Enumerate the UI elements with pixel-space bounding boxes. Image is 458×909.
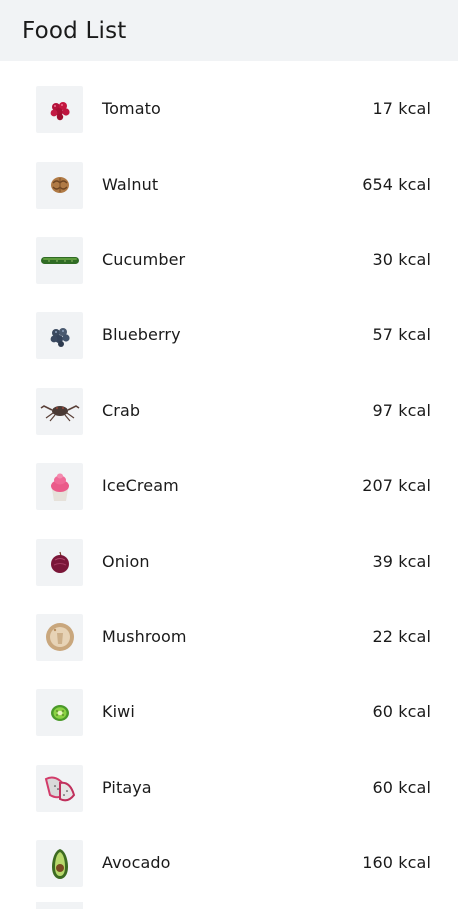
list-item[interactable]: Onion 39 kcal: [0, 524, 458, 599]
next-item-thumbnail: [36, 902, 83, 909]
list-item[interactable]: Blueberry 57 kcal: [0, 298, 458, 373]
blueberry-icon: [36, 312, 83, 360]
food-name: Kiwi: [102, 702, 135, 722]
food-calories: 654 kcal: [362, 174, 431, 194]
food-calories: 30 kcal: [372, 249, 431, 269]
list-item[interactable]: Walnut 654 kcal: [0, 147, 458, 222]
app-header: Food List: [0, 0, 458, 61]
food-calories: 22 kcal: [372, 626, 431, 646]
cucumber-icon: [36, 236, 83, 284]
food-name: Blueberry: [102, 325, 181, 345]
food-name: Mushroom: [102, 626, 187, 646]
food-name: Walnut: [102, 174, 159, 194]
pitaya-icon: [36, 764, 83, 812]
food-calories: 60 kcal: [372, 777, 431, 797]
tomato-icon: [36, 86, 83, 134]
food-calories: 39 kcal: [372, 551, 431, 571]
list-item[interactable]: Cucumber 30 kcal: [0, 223, 458, 298]
list-item[interactable]: Mushroom 22 kcal: [0, 600, 458, 675]
list-item[interactable]: Avocado 160 kcal: [0, 826, 458, 901]
food-name: Avocado: [102, 853, 171, 873]
food-name: Tomato: [102, 99, 161, 119]
list-item[interactable]: IceCream 207 kcal: [0, 449, 458, 524]
food-name: Cucumber: [102, 249, 186, 269]
food-calories: 160 kcal: [362, 853, 431, 873]
food-name: Pitaya: [102, 777, 152, 797]
mushroom-icon: [36, 613, 83, 661]
icecream-icon: [36, 463, 83, 511]
food-name: Onion: [102, 551, 150, 571]
list-item[interactable]: Kiwi 60 kcal: [0, 675, 458, 750]
avocado-icon: [36, 840, 83, 888]
food-name: IceCream: [102, 476, 179, 496]
crab-icon: [36, 387, 83, 435]
food-calories: 207 kcal: [362, 476, 431, 496]
food-calories: 57 kcal: [372, 325, 431, 345]
list-item[interactable]: Pitaya 60 kcal: [0, 751, 458, 826]
food-calories: 97 kcal: [372, 400, 431, 420]
list-item[interactable]: Tomato 17 kcal: [0, 72, 458, 147]
food-list-screen: Food List Tomato 17 kcal Walnut 654 kcal…: [0, 0, 458, 909]
page-title: Food List: [22, 17, 127, 44]
onion-icon: [36, 538, 83, 586]
food-calories: 17 kcal: [372, 99, 431, 119]
list-item[interactable]: Crab 97 kcal: [0, 374, 458, 449]
walnut-icon: [36, 161, 83, 209]
kiwi-icon: [36, 689, 83, 737]
food-calories: 60 kcal: [372, 702, 431, 722]
food-list[interactable]: Tomato 17 kcal Walnut 654 kcal Cucumber …: [0, 72, 458, 901]
food-name: Crab: [102, 400, 141, 420]
